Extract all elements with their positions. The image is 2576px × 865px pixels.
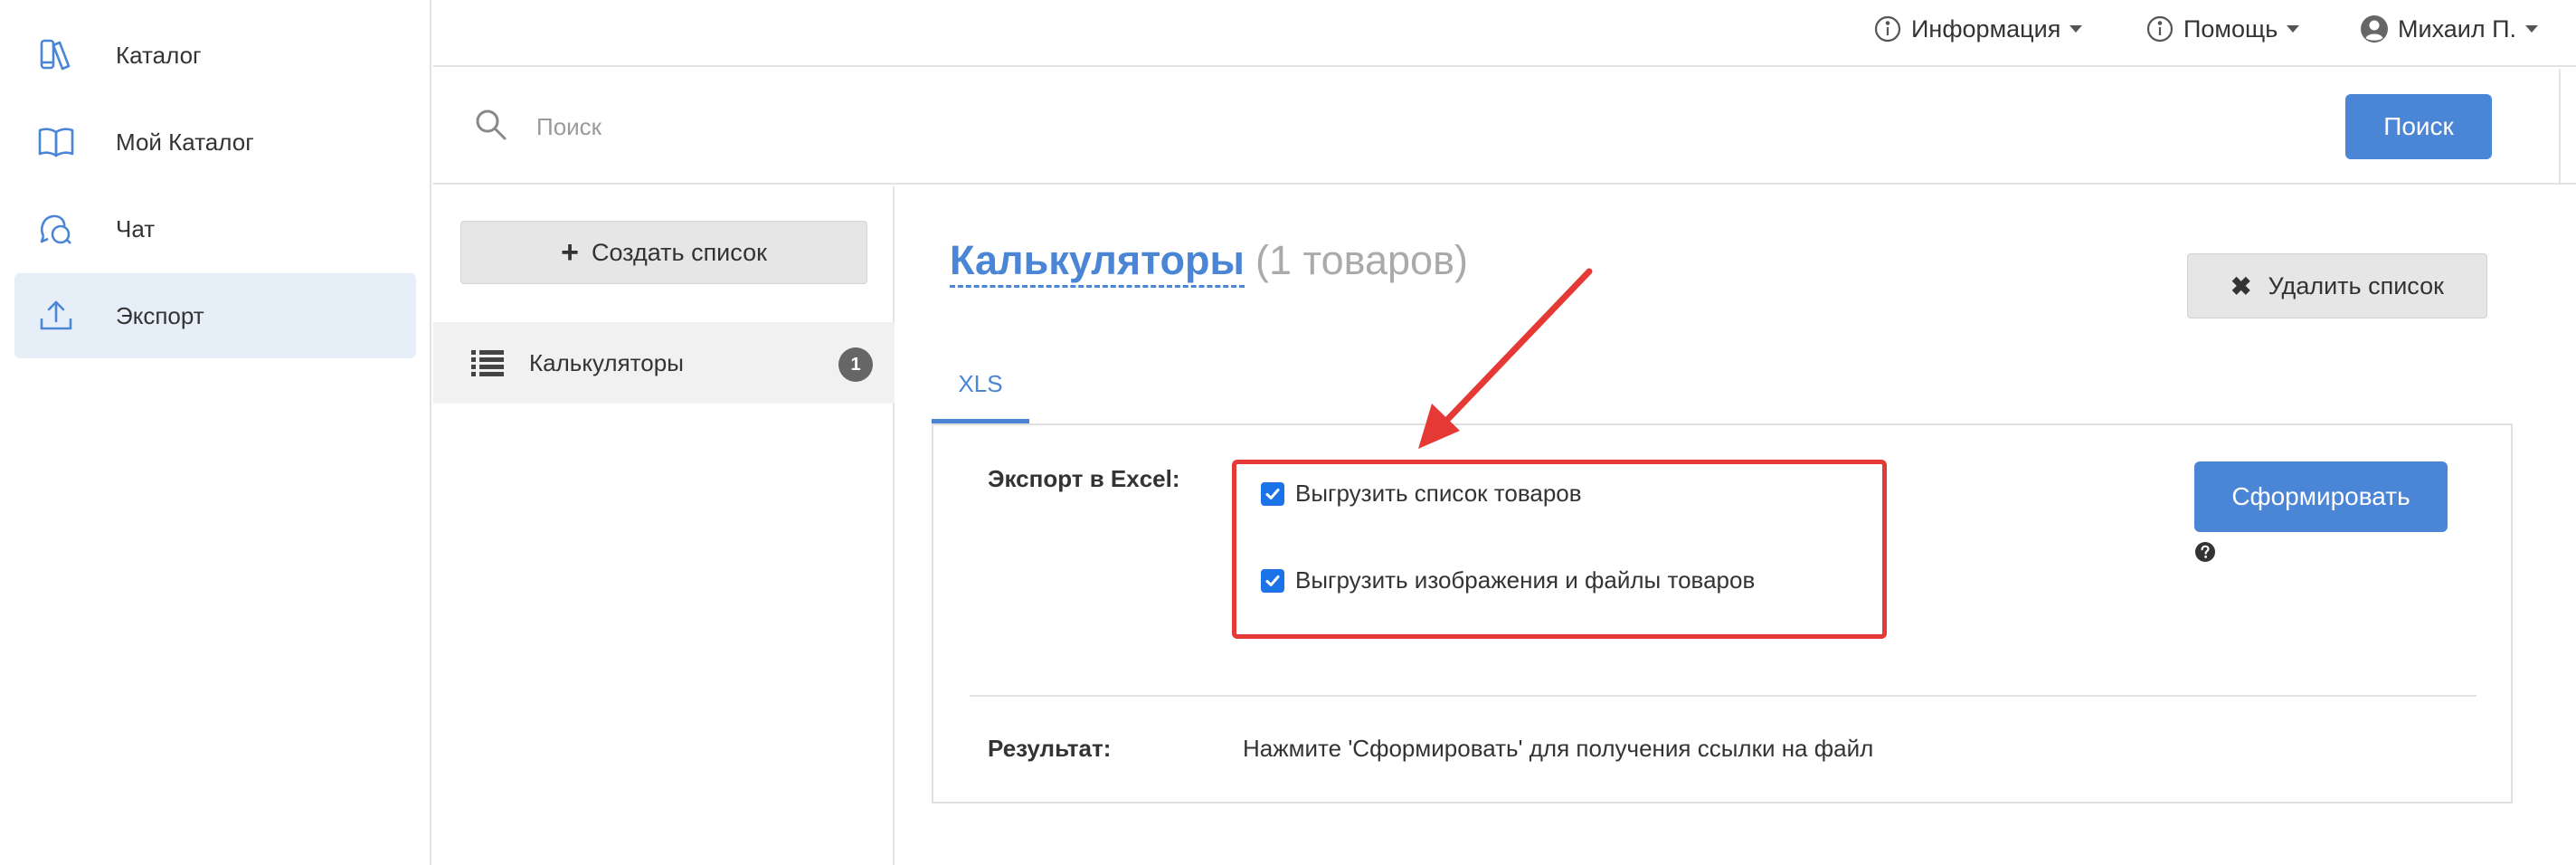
export-icon	[40, 300, 72, 330]
search-icon	[476, 109, 507, 140]
sidebar-item-label: Чат	[116, 214, 156, 242]
export-label: Экспорт в Excel:	[988, 465, 1180, 492]
plus-icon: +	[561, 235, 579, 270]
count-badge: 1	[838, 347, 873, 382]
sidebar: Каталог Мой Каталог Чат Экспорт	[0, 0, 431, 865]
result-text: Нажмите 'Сформировать' для получения ссы…	[1243, 735, 1874, 762]
help-menu-label: Помощь	[2183, 14, 2278, 43]
checkbox-checked-icon	[1261, 568, 1284, 593]
export-products-label: Выгрузить список товаров	[1295, 480, 1582, 507]
info-menu-label: Информация	[1911, 14, 2061, 43]
list-icon	[471, 350, 504, 376]
export-products-checkbox[interactable]: Выгрузить список товаров	[1261, 480, 1582, 508]
user-menu[interactable]: Михаил П.	[2360, 9, 2539, 49]
close-icon: ✖	[2230, 271, 2252, 300]
divider	[970, 695, 2477, 697]
search-bar: Поиск	[433, 69, 2576, 185]
question-icon[interactable]	[2194, 541, 2216, 563]
export-files-checkbox[interactable]: Выгрузить изображения и файлы товаров	[1261, 566, 1755, 594]
search-button[interactable]: Поиск	[2345, 94, 2492, 159]
catalog-icon	[40, 39, 71, 71]
list-item[interactable]: Калькуляторы 1	[433, 322, 895, 404]
chat-icon	[40, 214, 71, 244]
search-input[interactable]	[536, 101, 1893, 152]
list-title-link[interactable]: Калькуляторы	[950, 237, 1245, 288]
user-avatar-icon	[2361, 15, 2388, 43]
export-panel: Экспорт в Excel: Выгрузить список товаро…	[932, 423, 2513, 803]
delete-list-button[interactable]: ✖ Удалить список	[2187, 253, 2487, 318]
chevron-down-icon	[2287, 25, 2300, 33]
create-list-label: Создать список	[591, 238, 767, 266]
book-icon	[38, 128, 74, 157]
export-files-label: Выгрузить изображения и файлы товаров	[1295, 566, 1756, 594]
chevron-down-icon	[2525, 25, 2539, 33]
sidebar-item-label: Экспорт	[116, 301, 204, 329]
list-item-name: Калькуляторы	[529, 348, 684, 376]
sidebar-item-label: Каталог	[116, 41, 202, 69]
tab-xls[interactable]: XLS	[932, 349, 1029, 423]
generate-button[interactable]: Сформировать	[2194, 461, 2448, 532]
result-label: Результат:	[988, 735, 1112, 762]
page-title: Калькуляторы (1 товаров)	[950, 237, 1468, 288]
divider	[2559, 69, 2561, 183]
chevron-down-icon	[2069, 25, 2083, 33]
list-title-count: (1 товаров)	[1255, 237, 1468, 283]
lists-panel: + Создать список Калькуляторы 1	[433, 186, 895, 865]
sidebar-item-my-catalog[interactable]: Мой Каталог	[14, 100, 416, 185]
delete-list-label: Удалить список	[2268, 271, 2444, 299]
sidebar-item-chat[interactable]: Чат	[14, 186, 416, 271]
info-menu[interactable]: Информация	[1873, 9, 2083, 49]
sidebar-item-catalog[interactable]: Каталог	[14, 13, 416, 98]
sidebar-item-export[interactable]: Экспорт	[14, 273, 416, 358]
info-icon	[2146, 15, 2174, 43]
user-menu-label: Михаил П.	[2398, 14, 2517, 43]
info-icon	[1874, 15, 1901, 43]
create-list-button[interactable]: + Создать список	[460, 221, 867, 284]
top-bar: Информация Помощь Михаил П.	[433, 0, 2576, 67]
checkbox-checked-icon	[1261, 481, 1284, 506]
sidebar-item-label: Мой Каталог	[116, 128, 254, 156]
help-menu[interactable]: Помощь	[2145, 9, 2300, 49]
